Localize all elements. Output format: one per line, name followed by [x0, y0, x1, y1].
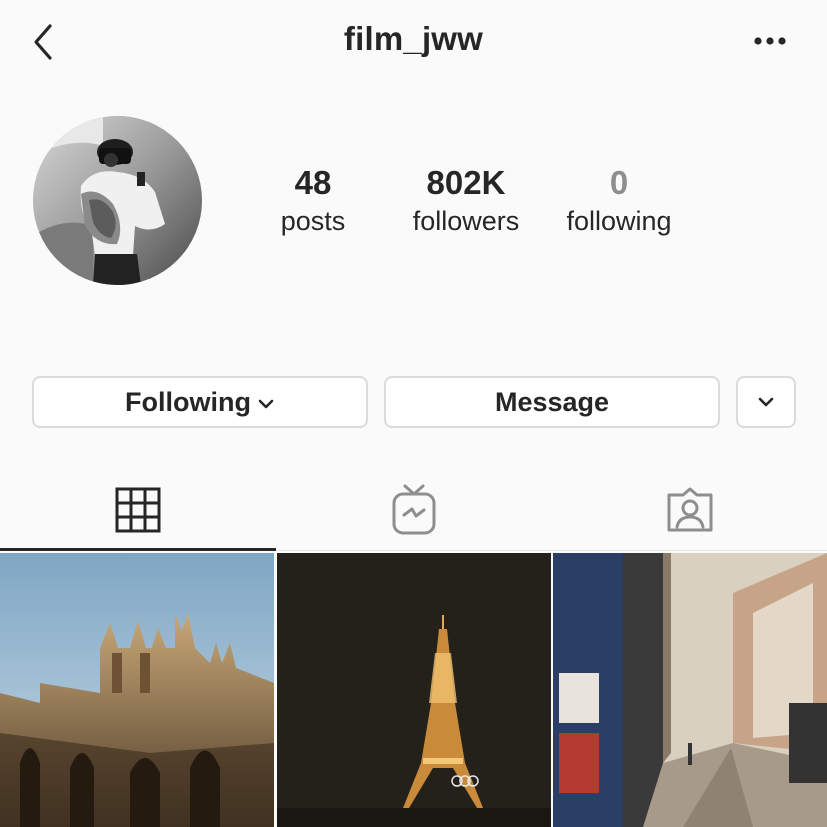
following-button-label: Following — [125, 386, 251, 417]
post-thumbnail-paris-street[interactable] — [553, 553, 827, 827]
profile-screen: film_jww 48 posts 802K followers 0 follo… — [0, 0, 827, 827]
post-thumbnail-cathedral[interactable] — [0, 553, 274, 827]
followers-count-value: 802K — [426, 164, 506, 201]
following-count-label: following — [566, 206, 672, 236]
top-bar: film_jww — [0, 0, 827, 84]
followers-count-label: followers — [412, 206, 520, 236]
avatar[interactable] — [33, 116, 202, 285]
chevron-down-icon — [758, 397, 774, 407]
post-thumbnail-eiffel-tower[interactable] — [277, 553, 551, 827]
igtv-icon — [392, 484, 435, 535]
grid-icon — [115, 487, 160, 533]
chevron-down-icon — [258, 399, 274, 409]
profile-username: film_jww — [343, 20, 484, 57]
following-count-value: 0 — [609, 164, 629, 201]
posts-count-label: posts — [280, 206, 346, 236]
followers-count[interactable]: 802K followers — [400, 163, 532, 239]
more-options-button[interactable] — [748, 26, 792, 56]
tagged-user-icon — [667, 487, 712, 532]
message-button-label: Message — [494, 386, 610, 417]
posts-grid — [0, 553, 827, 827]
chevron-left-icon — [34, 24, 52, 60]
posts-count[interactable]: 48 posts — [268, 163, 358, 239]
profile-tabs — [0, 470, 827, 551]
message-button[interactable]: Message — [384, 376, 720, 428]
more-horizontal-icon — [754, 37, 786, 45]
posts-count-value: 48 — [294, 164, 332, 201]
tab-posts-grid[interactable] — [0, 470, 275, 550]
tab-tagged[interactable] — [552, 470, 827, 550]
following-count[interactable]: 0 following — [556, 163, 682, 239]
tab-igtv[interactable] — [276, 470, 551, 550]
suggested-accounts-button[interactable] — [736, 376, 796, 428]
back-button[interactable] — [26, 20, 62, 64]
following-button[interactable]: Following — [32, 376, 368, 428]
active-tab-indicator — [0, 548, 276, 551]
